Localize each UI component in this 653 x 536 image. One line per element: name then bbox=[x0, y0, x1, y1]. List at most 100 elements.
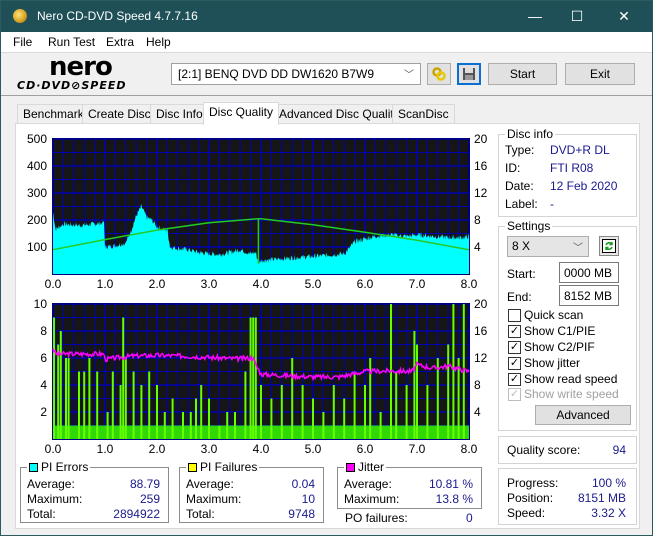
pi-failures-bar bbox=[270, 398, 273, 439]
disc-date-value: 12 Feb 2020 bbox=[550, 179, 618, 193]
pi-failures-bar bbox=[163, 412, 166, 439]
minimize-button[interactable]: — bbox=[512, 1, 558, 32]
pi-failures-bar bbox=[234, 412, 236, 439]
x-tick-label: 1.0 bbox=[97, 442, 114, 456]
disc-info-group: Disc info Type: DVD+R DL ID: FTI R08 Dat… bbox=[498, 127, 637, 217]
speed-label: Speed: bbox=[507, 506, 546, 520]
window-title: Nero CD-DVD Speed 4.7.7.16 bbox=[37, 9, 198, 23]
pi-failures-bar bbox=[67, 358, 70, 439]
refresh-button[interactable] bbox=[599, 236, 619, 256]
pi-errors-average-value: 88.79 bbox=[129, 477, 160, 491]
jitter-group: Jitter Average: 10.81 % Maximum: 13.8 % bbox=[337, 460, 482, 509]
y-tick-label: 300 bbox=[27, 186, 47, 200]
chevron-down-icon: ﹀ bbox=[404, 70, 414, 81]
pi-failures-bar bbox=[78, 371, 80, 439]
pi-failures-bar bbox=[226, 412, 229, 439]
speed-value: 3.32 X bbox=[591, 506, 626, 520]
pi-failures-bar bbox=[254, 317, 257, 439]
pi-failures-bar bbox=[353, 371, 356, 439]
tab-scandisc[interactable]: ScanDisc bbox=[392, 104, 455, 124]
menu-help[interactable]: Help bbox=[146, 35, 171, 49]
start-input[interactable] bbox=[559, 262, 619, 283]
pi-failures-average-label: Average: bbox=[186, 477, 234, 491]
pi-failures-bar bbox=[395, 371, 398, 439]
pi-failures-bar bbox=[57, 344, 60, 439]
pi-errors-maximum-value: 259 bbox=[139, 492, 160, 506]
x-tick-label: 7.0 bbox=[409, 442, 426, 456]
pi-failures-bar bbox=[332, 385, 335, 439]
pi-failures-swatch bbox=[188, 463, 197, 472]
disc-type-value: DVD+R DL bbox=[550, 143, 610, 157]
quick-scan-label: Quick scan bbox=[524, 308, 584, 322]
drive-select[interactable]: [2:1] BENQ DVD DD DW1620 B7W9 ﹀ bbox=[171, 63, 421, 85]
nero-logo: nero bbox=[49, 52, 113, 82]
pi-failures-bar bbox=[364, 385, 366, 439]
y2-tick-label: 12 bbox=[474, 186, 488, 200]
end-label: End: bbox=[507, 290, 532, 304]
y-tick-label: 200 bbox=[27, 213, 47, 227]
quality-score-value: 94 bbox=[612, 443, 626, 457]
pi-failures-bar bbox=[122, 317, 125, 439]
maximize-button[interactable]: ☐ bbox=[554, 1, 600, 32]
pi-failures-total-value: 9748 bbox=[288, 507, 315, 521]
x-tick-label: 6.0 bbox=[357, 277, 374, 291]
pi-failures-bar bbox=[106, 412, 109, 439]
pi-failures-bar bbox=[96, 371, 99, 439]
pi-failures-bar bbox=[53, 317, 56, 439]
tab-disc-quality[interactable]: Disc Quality bbox=[203, 102, 280, 125]
pi-failures-bar bbox=[148, 371, 151, 439]
save-button[interactable] bbox=[457, 63, 481, 85]
position-value: 8151 MB bbox=[577, 491, 626, 505]
advanced-button[interactable]: Advanced bbox=[535, 405, 631, 425]
x-tick-label: 8.0 bbox=[461, 442, 478, 456]
pi-failures-bar bbox=[65, 358, 67, 439]
pi-failures-bar bbox=[88, 358, 91, 439]
y-tick-label: 10 bbox=[34, 297, 48, 311]
pi-failures-bar bbox=[426, 385, 429, 439]
pi-failures-bar bbox=[189, 412, 192, 439]
cd-dvd-speed-logo: CD·DVD⊘SPEED bbox=[17, 79, 127, 92]
menu-file[interactable]: File bbox=[13, 35, 32, 49]
speed-select[interactable]: 8 X ﹀ bbox=[507, 236, 589, 257]
tab-benchmark[interactable]: Benchmark bbox=[17, 104, 90, 124]
tab-disc-info[interactable]: Disc Info bbox=[150, 104, 209, 124]
drive-select-value: [2:1] BENQ DVD DD DW1620 B7W9 bbox=[178, 67, 375, 81]
progress-value: 100 % bbox=[591, 476, 626, 490]
tab-create-disc[interactable]: Create Disc bbox=[82, 104, 157, 124]
chevron-down-icon: ﹀ bbox=[573, 243, 583, 254]
pi-failures-bar bbox=[59, 331, 62, 439]
pi-failures-bar bbox=[83, 371, 86, 439]
pi-failures-jitter-chart: 0.0 1.0 2.0 3.0 4.0 5.0 6.0 7.0 8.0 2 4 6 8 10 4 8 12 16 2… bbox=[34, 297, 488, 456]
exit-button[interactable]: Exit bbox=[565, 63, 635, 85]
check-icon: ✓ bbox=[508, 357, 521, 370]
close-button[interactable]: ✕ bbox=[601, 1, 647, 32]
pi-failures-bar bbox=[182, 412, 184, 439]
show-c2-pif-label: Show C2/PIF bbox=[524, 340, 595, 354]
x-tick-label: 0.0 bbox=[45, 277, 62, 291]
check-icon: ✓ bbox=[508, 373, 521, 386]
pi-failures-bar bbox=[457, 358, 460, 439]
menu-extra[interactable]: Extra bbox=[106, 35, 134, 49]
y-tick-label: 500 bbox=[27, 132, 47, 146]
y-tick-label: 2 bbox=[40, 405, 47, 419]
disc-label-value: - bbox=[550, 197, 554, 211]
position-label: Position: bbox=[507, 491, 554, 505]
menu-run-test[interactable]: Run Test bbox=[48, 35, 95, 49]
pi-failures-bar bbox=[218, 425, 221, 439]
show-write-speed-label: Show write speed bbox=[524, 387, 619, 401]
disc-date-label: Date: bbox=[505, 179, 534, 193]
disc-info-title: Disc info bbox=[505, 127, 556, 141]
check-icon: ✓ bbox=[508, 341, 521, 354]
x-tick-label: 4.0 bbox=[253, 277, 270, 291]
drive-info-button[interactable] bbox=[427, 63, 451, 85]
tab-advanced-disc-quality[interactable]: Advanced Disc Quality bbox=[273, 104, 406, 124]
y2-tick-label: 4 bbox=[474, 240, 481, 254]
y-tick-label: 100 bbox=[27, 240, 47, 254]
end-input[interactable] bbox=[559, 285, 619, 306]
check-icon: ✓ bbox=[508, 388, 521, 401]
start-button[interactable]: Start bbox=[488, 63, 557, 85]
disc-label-label: Label: bbox=[505, 197, 538, 211]
start-label: Start: bbox=[507, 267, 536, 281]
pi-failures-group: PI Failures Average: 0.04 Maximum: 10 To… bbox=[179, 460, 324, 523]
quality-score-group: Quality score: 94 bbox=[498, 436, 637, 464]
